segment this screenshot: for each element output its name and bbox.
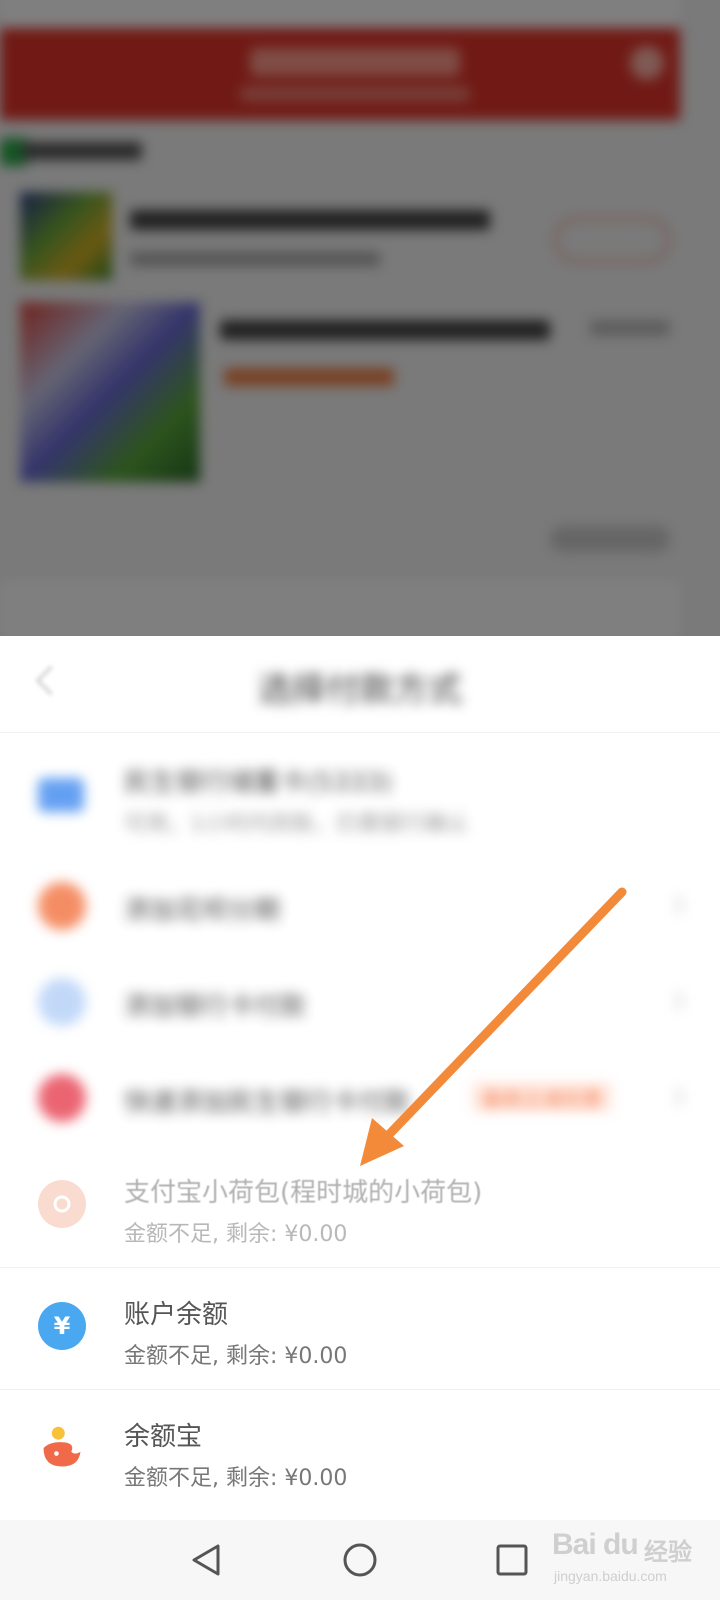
payment-option-quick-add-card[interactable]: 快速添加民生银行卡付款 最高立减优惠 (0, 1050, 720, 1146)
payment-option-name: 民生银行储蓄卡(5333) (124, 768, 393, 798)
watermark-label: 经验 (644, 1539, 692, 1566)
payment-option-name: 余额宝 (124, 1422, 203, 1452)
payment-option-sub: 金额不足, 剩余: ¥0.00 (124, 1344, 348, 1369)
payment-option-huabei[interactable]: 添加花呗分期 (0, 858, 720, 954)
small-wallet-icon (38, 1180, 86, 1228)
payment-option-sub: 金额不足, 剩余: ¥0.00 (124, 1222, 348, 1247)
payment-option-name: 添加花呗分期 (124, 896, 281, 926)
add-card-icon (38, 978, 86, 1026)
yuebao-icon (38, 1424, 86, 1472)
payment-option-sub: 金额不足, 剩余: ¥0.00 (124, 1466, 348, 1491)
payment-option-name: 账户余额 (124, 1300, 229, 1330)
payment-option-name: 快速添加民生银行卡付款 (124, 1088, 411, 1118)
nav-recents-icon[interactable] (490, 1538, 534, 1582)
background-page (0, 0, 720, 640)
payment-option-bank-card[interactable]: 民生银行储蓄卡(5333) 可用，1小时内到账，仍需银行确认 (0, 736, 720, 858)
dim-overlay[interactable] (0, 0, 720, 640)
chevron-right-icon (665, 1087, 685, 1107)
payment-option-name: 支付宝小荷包(程时城的小荷包) (124, 1178, 483, 1208)
payment-option-account-balance[interactable]: ¥ 账户余额 金额不足, 剩余: ¥0.00 (0, 1268, 720, 1390)
chevron-right-icon (665, 895, 685, 915)
payment-option-sub: 可用，1小时内到账，仍需银行确认 (124, 812, 468, 837)
promo-tag: 最高立减优惠 (472, 1082, 612, 1112)
baidu-jingyan-watermark: Bai du 经验 jingyan.baidu.com (548, 1528, 708, 1588)
huabei-icon (38, 882, 86, 930)
sheet-title: 选择付款方式 (258, 670, 462, 710)
watermark-url: jingyan.baidu.com (554, 1568, 667, 1584)
bank-card-icon (38, 778, 84, 812)
payment-option-yuebao[interactable]: 余额宝 金额不足, 剩余: ¥0.00 (0, 1390, 720, 1512)
yuan-coin-icon: ¥ (38, 1302, 86, 1350)
nav-back-icon[interactable] (184, 1538, 228, 1582)
watermark-logo: Bai du (552, 1528, 639, 1561)
payment-option-small-wallet[interactable]: 支付宝小荷包(程时城的小荷包) 金额不足, 剩余: ¥0.00 (0, 1146, 720, 1268)
payment-option-name: 添加银行卡付款 (124, 992, 307, 1022)
payment-method-list: 民生银行储蓄卡(5333) 可用，1小时内到账，仍需银行确认 添加花呗分期 添加… (0, 736, 720, 1512)
nav-home-icon[interactable] (338, 1538, 382, 1582)
payment-option-add-card[interactable]: 添加银行卡付款 (0, 954, 720, 1050)
red-envelope-icon (38, 1074, 86, 1122)
sheet-header: 选择付款方式 (0, 636, 720, 732)
payment-method-sheet: 选择付款方式 民生银行储蓄卡(5333) 可用，1小时内到账，仍需银行确认 添加… (0, 636, 720, 1520)
chevron-right-icon (665, 991, 685, 1011)
